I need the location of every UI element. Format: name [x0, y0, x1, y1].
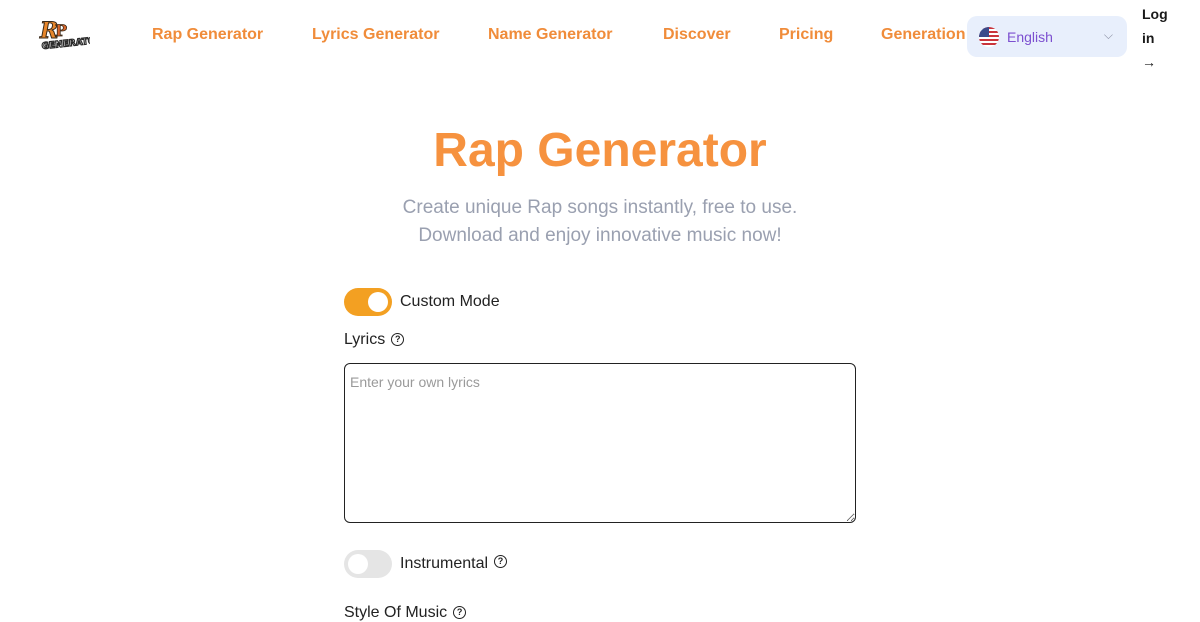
us-flag-icon: [979, 26, 999, 47]
custom-mode-toggle[interactable]: [344, 288, 392, 316]
page-title: Rap Generator: [433, 124, 767, 177]
nav-generation[interactable]: Generation: [881, 26, 965, 44]
custom-mode-label: Custom Mode: [400, 293, 500, 310]
style-of-music-label: Style Of Music: [344, 604, 448, 621]
nav-name-generator[interactable]: Name Generator: [488, 26, 613, 44]
toggle-knob: [348, 554, 368, 574]
login-label: Log in: [1142, 6, 1168, 46]
instrumental-row: Instrumental?: [344, 550, 856, 578]
page-subtitle: Create unique Rap songs instantly, free …: [0, 194, 1200, 250]
language-label: English: [1007, 28, 1053, 45]
lyrics-label-row: Lyrics?: [344, 331, 856, 349]
help-icon[interactable]: ?: [453, 606, 467, 620]
header: R P GENERATOR Rap Generator Lyrics Gener…: [0, 0, 1200, 72]
subtitle-line-2: Download and enjoy innovative music now!: [418, 225, 782, 246]
nav-pricing[interactable]: Pricing: [779, 26, 833, 44]
lyrics-label: Lyrics: [344, 331, 386, 348]
nav-discover[interactable]: Discover: [663, 26, 731, 44]
generator-form: Custom Mode Lyrics? Instrumental? Style …: [344, 288, 856, 622]
help-icon[interactable]: ?: [494, 554, 508, 568]
lyrics-input[interactable]: [344, 363, 856, 523]
arrow-right-icon: →: [1142, 54, 1156, 70]
custom-mode-row: Custom Mode: [344, 288, 856, 316]
svg-text:P: P: [55, 21, 67, 40]
nav-lyrics-generator[interactable]: Lyrics Generator: [312, 26, 439, 44]
login-link[interactable]: Log in →: [1142, 2, 1172, 74]
toggle-knob: [368, 292, 388, 312]
style-label-row: Style Of Music?: [344, 604, 856, 622]
chevron-down-icon: ⌵: [1103, 28, 1113, 42]
instrumental-label: Instrumental: [400, 555, 489, 572]
instrumental-toggle[interactable]: [344, 550, 392, 578]
logo[interactable]: R P GENERATOR: [38, 16, 104, 54]
language-selector[interactable]: English ⌵: [967, 16, 1127, 57]
subtitle-line-1: Create unique Rap songs instantly, free …: [402, 197, 798, 218]
nav-rap-generator[interactable]: Rap Generator: [152, 26, 263, 44]
help-icon[interactable]: ?: [391, 333, 405, 347]
